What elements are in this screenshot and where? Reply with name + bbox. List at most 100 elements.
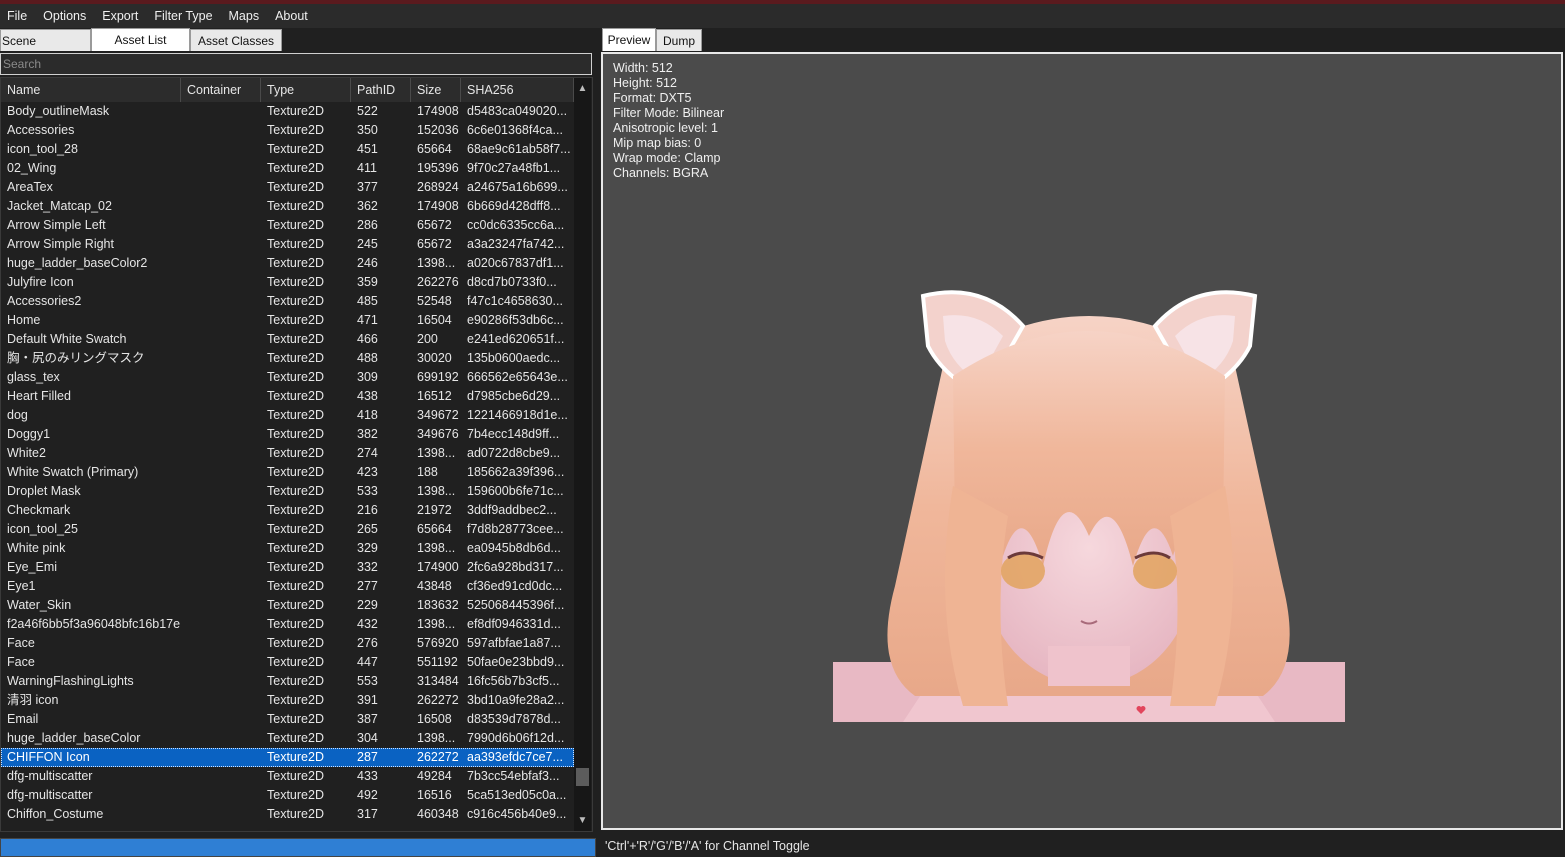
tab-asset-list[interactable]: Asset List (91, 28, 190, 51)
asset-type-cell: Texture2D (267, 769, 324, 783)
table-row[interactable]: dog Texture2D 418 349672 1221466918d1e... (1, 406, 574, 425)
asset-pathid-cell: 451 (357, 142, 378, 156)
asset-sha256-cell: 3ddf9addbec2... (467, 503, 557, 517)
table-row[interactable]: Default White Swatch Texture2D 466 200 e241e… (1, 330, 574, 349)
menu-maps[interactable]: Maps (221, 4, 268, 28)
menu-about[interactable]: About (267, 4, 316, 28)
scroll-down-arrow-icon[interactable]: ▼ (574, 812, 591, 829)
table-row[interactable]: Eye_Emi Texture2D 332 174900 2fc6a928bd317..… (1, 558, 574, 577)
table-row[interactable]: 胸・尻のみリングマスク Texture2D 488 30020 135b0600aedc… (1, 349, 574, 368)
asset-type-cell: Texture2D (267, 693, 324, 707)
table-row[interactable]: f2a46f6bb5f3a96048bfc16b17e... Texture2D 4… (1, 615, 574, 634)
table-row[interactable]: White Swatch (Primary) Texture2D 423 188 185… (1, 463, 574, 482)
table-row[interactable]: huge_ladder_baseColor Texture2D 304 1398...… (1, 729, 574, 748)
asset-size-cell: 16512 (417, 389, 452, 403)
asset-pathid-cell: 391 (357, 693, 378, 707)
search-input[interactable]: Search (0, 53, 592, 75)
texture-wrap-mode: Wrap mode: Clamp (613, 151, 721, 165)
column-header-pathid[interactable]: PathID (351, 78, 411, 102)
column-header-name[interactable]: Name (1, 78, 181, 102)
asset-type-cell: Texture2D (267, 180, 324, 194)
asset-container-cell (181, 577, 261, 596)
asset-size-cell: 174908 (417, 104, 459, 118)
table-row[interactable]: glass_tex Texture2D 309 699192 666562e65643e… (1, 368, 574, 387)
asset-pathid-cell: 276 (357, 636, 378, 650)
asset-size-cell: 268924 (417, 180, 459, 194)
asset-pathid-cell: 304 (357, 731, 378, 745)
table-row[interactable]: Water_Skin Texture2D 229 183632 525068445396… (1, 596, 574, 615)
asset-pathid-cell: 382 (357, 427, 378, 441)
scroll-up-arrow-icon[interactable]: ▲ (574, 80, 591, 97)
texture-channels: Channels: BGRA (613, 166, 709, 180)
asset-name-cell: Face (7, 655, 35, 669)
asset-size-cell: 16516 (417, 788, 452, 802)
tab-preview[interactable]: Preview (602, 28, 656, 51)
asset-type-cell: Texture2D (267, 123, 324, 137)
asset-container-cell (181, 121, 261, 140)
table-row[interactable]: Face Texture2D 276 576920 597afbfae1a87... (1, 634, 574, 653)
table-row[interactable]: Checkmark Texture2D 216 21972 3ddf9addbec2..… (1, 501, 574, 520)
menu-file[interactable]: File (0, 4, 35, 28)
tab-scene-hierarchy[interactable]: Scene Hierarchy (0, 29, 91, 70)
preview-panel: Width: 512 Height: 512 Format: DXT5 Filt… (601, 52, 1563, 830)
asset-list-scrollbar[interactable]: ▲ ▼ (574, 78, 591, 831)
asset-type-cell: Texture2D (267, 579, 324, 593)
asset-name-cell: Face (7, 636, 35, 650)
scrollbar-thumb[interactable] (576, 768, 589, 786)
table-row[interactable]: dfg-multiscatter Texture2D 492 16516 5ca513e… (1, 786, 574, 805)
asset-sha256-cell: a020c67837df1... (467, 256, 564, 270)
table-row[interactable]: Jacket_Matcap_02 Texture2D 362 174908 6b669d… (1, 197, 574, 216)
menu-options[interactable]: Options (35, 4, 94, 28)
asset-name-cell: dog (7, 408, 28, 422)
table-row[interactable]: Accessories Texture2D 350 152036 6c6e01368f4… (1, 121, 574, 140)
asset-name-cell: AreaTex (7, 180, 53, 194)
asset-type-cell: Texture2D (267, 351, 324, 365)
asset-name-cell: White pink (7, 541, 66, 555)
table-row[interactable]: AreaTex Texture2D 377 268924 a24675a16b699..… (1, 178, 574, 197)
asset-sha256-cell: 159600b6fe71c... (467, 484, 564, 498)
menu-export[interactable]: Export (94, 4, 146, 28)
table-row[interactable]: Face Texture2D 447 551192 50fae0e23bbd9... (1, 653, 574, 672)
column-header-container[interactable]: Container (181, 78, 261, 102)
table-row[interactable]: huge_ladder_baseColor2 Texture2D 246 1398..… (1, 254, 574, 273)
table-row[interactable]: Body_outlineMask Texture2D 522 174908 d5483c… (1, 102, 574, 121)
asset-pathid-cell: 350 (357, 123, 378, 137)
table-row[interactable]: icon_tool_28 Texture2D 451 65664 68ae9c61ab5… (1, 140, 574, 159)
table-row[interactable]: 02_Wing Texture2D 411 195396 9f70c27a48fb1..… (1, 159, 574, 178)
table-row[interactable]: Julyfire Icon Texture2D 359 262276 d8cd7b073… (1, 273, 574, 292)
texture-format: Format: DXT5 (613, 91, 692, 105)
table-row[interactable]: icon_tool_25 Texture2D 265 65664 f7d8b28773c… (1, 520, 574, 539)
column-header-size[interactable]: Size (411, 78, 461, 102)
table-row[interactable]: White2 Texture2D 274 1398... ad0722d8cbe9... (1, 444, 574, 463)
table-row[interactable]: 清羽 icon Texture2D 391 262272 3bd10a9fe28a2..… (1, 691, 574, 710)
table-row[interactable]: Doggy1 Texture2D 382 349676 7b4ecc148d9ff... (1, 425, 574, 444)
column-header-sha256[interactable]: SHA256 (461, 78, 574, 102)
asset-name-cell: icon_tool_28 (7, 142, 78, 156)
asset-type-cell: Texture2D (267, 142, 324, 156)
table-row[interactable]: Droplet Mask Texture2D 533 1398... 159600b6f… (1, 482, 574, 501)
asset-name-cell: Eye_Emi (7, 560, 58, 574)
table-row[interactable]: Heart Filled Texture2D 438 16512 d7985cbe6d2… (1, 387, 574, 406)
asset-pathid-cell: 265 (357, 522, 378, 536)
asset-pathid-cell: 466 (357, 332, 378, 346)
asset-sha256-cell: 7b3cc54ebfaf3... (467, 769, 560, 783)
asset-pathid-cell: 485 (357, 294, 378, 308)
column-header-type[interactable]: Type (261, 78, 351, 102)
asset-name-cell: Droplet Mask (7, 484, 81, 498)
asset-sha256-cell: ea0945b8db6d... (467, 541, 561, 555)
table-row[interactable]: White pink Texture2D 329 1398... ea0945b8db6… (1, 539, 574, 558)
table-row[interactable]: Chiffon_Costume Texture2D 317 460348 c916c45… (1, 805, 574, 824)
asset-pathid-cell: 423 (357, 465, 378, 479)
table-row[interactable]: Eye1 Texture2D 277 43848 cf36ed91cd0dc... (1, 577, 574, 596)
table-row[interactable]: WarningFlashingLights Texture2D 553 313484 1… (1, 672, 574, 691)
tab-dump[interactable]: Dump (656, 29, 702, 51)
table-row[interactable]: dfg-multiscatter Texture2D 433 49284 7b3cc54… (1, 767, 574, 786)
table-row[interactable]: Arrow Simple Right Texture2D 245 65672 a3a23… (1, 235, 574, 254)
menu-filter-type[interactable]: Filter Type (146, 4, 220, 28)
table-row[interactable]: Home Texture2D 471 16504 e90286f53db6c... (1, 311, 574, 330)
table-row[interactable]: Accessories2 Texture2D 485 52548 f47c1c46586… (1, 292, 574, 311)
tab-asset-classes[interactable]: Asset Classes (190, 29, 282, 51)
table-row[interactable]: Arrow Simple Left Texture2D 286 65672 cc0dc6… (1, 216, 574, 235)
table-row-selected[interactable]: CHIFFON Icon Texture2D 287 262272 aa393efdc7… (1, 748, 574, 767)
table-row[interactable]: Email Texture2D 387 16508 d83539d7878d... (1, 710, 574, 729)
